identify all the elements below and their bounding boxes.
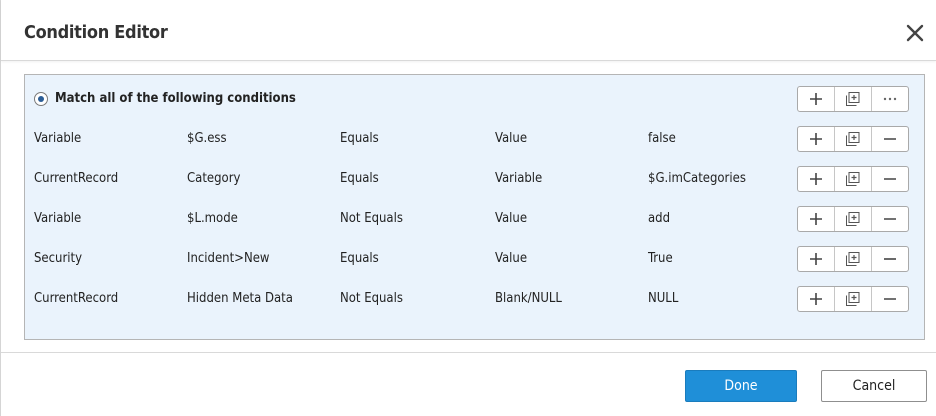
- dialog-titlebar: Condition Editor: [1, 0, 936, 61]
- dialog-title: Condition Editor: [24, 22, 168, 43]
- cancel-button[interactable]: Cancel: [821, 370, 927, 402]
- add-group-button[interactable]: [835, 127, 872, 151]
- row-action-buttons: [797, 246, 909, 272]
- remove-condition-button[interactable]: [872, 207, 908, 231]
- add-group-button[interactable]: [835, 207, 872, 231]
- remove-condition-button[interactable]: [872, 247, 908, 271]
- condition-source: CurrentRecord: [34, 171, 119, 186]
- remove-condition-button[interactable]: [872, 127, 908, 151]
- remove-condition-button[interactable]: [872, 287, 908, 311]
- condition-field: Category: [187, 171, 241, 186]
- group-header-row: Match all of the following conditions: [25, 79, 924, 119]
- add-group-button[interactable]: [835, 87, 872, 111]
- condition-operator: Equals: [340, 251, 379, 266]
- add-icon: [810, 93, 822, 105]
- add-group-icon: [846, 292, 860, 306]
- condition-row: Variable $L.mode Not Equals Value add: [25, 199, 924, 239]
- condition-row: CurrentRecord Category Equals Variable $…: [25, 159, 924, 199]
- condition-operator: Not Equals: [340, 211, 403, 226]
- minus-icon: [884, 138, 896, 140]
- condition-value: True: [648, 251, 673, 266]
- condition-operator: Not Equals: [340, 291, 403, 306]
- group-label: Match all of the following conditions: [55, 91, 296, 106]
- minus-icon: [884, 258, 896, 260]
- done-button[interactable]: Done: [685, 370, 797, 402]
- condition-source: Security: [34, 251, 83, 266]
- add-group-icon: [846, 172, 860, 186]
- add-condition-button[interactable]: [798, 87, 835, 111]
- add-icon: [810, 253, 822, 265]
- condition-source: CurrentRecord: [34, 291, 119, 306]
- condition-value-type: Value: [495, 251, 528, 266]
- remove-condition-button[interactable]: [872, 167, 908, 191]
- minus-icon: [884, 298, 896, 300]
- add-icon: [810, 213, 822, 225]
- condition-field: Incident>New: [187, 251, 270, 266]
- row-action-buttons: [797, 286, 909, 312]
- add-icon: [810, 173, 822, 185]
- condition-field: $L.mode: [187, 211, 238, 226]
- row-action-buttons: [797, 126, 909, 152]
- add-group-button[interactable]: [835, 247, 872, 271]
- add-group-icon: [846, 92, 860, 106]
- condition-value-type: Variable: [495, 171, 543, 186]
- conditions-panel: Match all of the following conditions Va…: [24, 74, 925, 340]
- match-all-radio[interactable]: [34, 92, 48, 106]
- add-condition-button[interactable]: [798, 127, 835, 151]
- close-icon[interactable]: [902, 20, 928, 46]
- minus-icon: [884, 218, 896, 220]
- add-icon: [810, 293, 822, 305]
- row-action-buttons: [797, 206, 909, 232]
- condition-operator: Equals: [340, 131, 379, 146]
- condition-row: Variable $G.ess Equals Value false: [25, 119, 924, 159]
- condition-value-type: Blank/NULL: [495, 291, 562, 306]
- add-group-icon: [846, 132, 860, 146]
- more-options-button[interactable]: [872, 87, 908, 111]
- minus-icon: [884, 178, 896, 180]
- condition-value-type: Value: [495, 211, 528, 226]
- condition-value: NULL: [648, 291, 679, 306]
- condition-field: Hidden Meta Data: [187, 291, 293, 306]
- add-group-icon: [846, 212, 860, 226]
- add-group-button[interactable]: [835, 167, 872, 191]
- add-condition-button[interactable]: [798, 287, 835, 311]
- condition-source: Variable: [34, 211, 82, 226]
- add-condition-button[interactable]: [798, 207, 835, 231]
- condition-value-type: Value: [495, 131, 528, 146]
- condition-field: $G.ess: [187, 131, 227, 146]
- condition-row: Security Incident>New Equals Value True: [25, 239, 924, 279]
- condition-editor-dialog: Condition Editor Match all of the follow…: [0, 0, 936, 416]
- row-action-buttons: [797, 166, 909, 192]
- group-action-buttons: [797, 86, 909, 112]
- condition-row: CurrentRecord Hidden Meta Data Not Equal…: [25, 279, 924, 319]
- add-icon: [810, 133, 822, 145]
- condition-value: $G.imCategories: [648, 171, 746, 186]
- add-condition-button[interactable]: [798, 247, 835, 271]
- add-condition-button[interactable]: [798, 167, 835, 191]
- condition-value: add: [648, 211, 671, 226]
- add-group-icon: [846, 252, 860, 266]
- footer-divider: [1, 352, 936, 353]
- condition-operator: Equals: [340, 171, 379, 186]
- condition-value: false: [648, 131, 676, 146]
- more-icon: [883, 97, 897, 101]
- condition-source: Variable: [34, 131, 82, 146]
- add-group-button[interactable]: [835, 287, 872, 311]
